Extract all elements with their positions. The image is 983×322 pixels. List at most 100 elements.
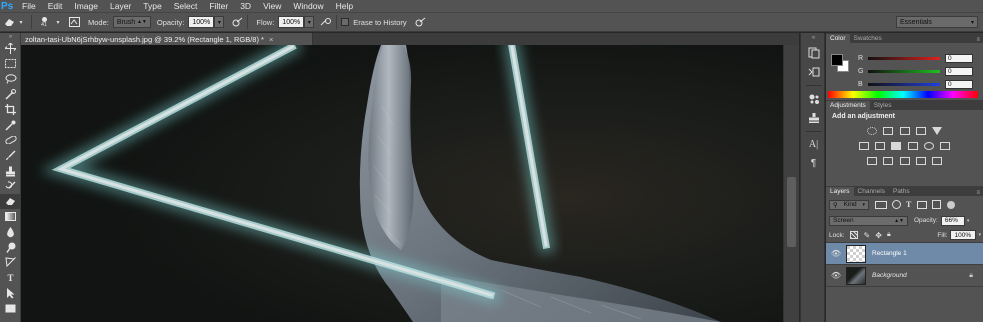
path-selection-tool-icon[interactable]	[0, 286, 21, 301]
tab-channels[interactable]: Channels	[854, 187, 889, 196]
layer-name[interactable]: Rectangle 1	[872, 250, 907, 257]
brightness-contrast-icon[interactable]	[866, 126, 877, 135]
actions-panel-icon[interactable]	[801, 62, 826, 81]
opacity-dropdown-icon[interactable]: ▾	[214, 16, 225, 28]
history-brush-tool-icon[interactable]	[0, 179, 21, 194]
layer-opacity-dropdown-icon[interactable]: ▾	[967, 218, 970, 224]
airbrush-icon[interactable]	[320, 16, 332, 28]
clone-stamp-tool-icon[interactable]	[0, 163, 21, 178]
blue-value[interactable]: 0	[945, 80, 973, 89]
strip-collapse-icon[interactable]: «	[801, 33, 826, 43]
marquee-tool-icon[interactable]	[0, 56, 21, 71]
history-panel-icon[interactable]	[801, 43, 826, 62]
invert-icon[interactable]	[866, 156, 877, 165]
layer-visibility-eye-icon[interactable]: 👁︎	[826, 249, 846, 258]
layer-opacity-input[interactable]: 66%	[940, 215, 965, 226]
document-tab[interactable]: zoltan-tasi-UbN6jSrhbyw-unsplash.jpg @ 3…	[21, 33, 313, 45]
scrollbar-thumb[interactable]	[787, 177, 796, 247]
menu-edit[interactable]: Edit	[48, 1, 63, 11]
flow-dropdown-icon[interactable]: ▾	[304, 16, 315, 28]
opacity-input[interactable]: 100%	[188, 16, 215, 28]
move-tool-icon[interactable]	[0, 41, 21, 56]
fill-dropdown-icon[interactable]: ▾	[978, 232, 981, 238]
levels-icon[interactable]	[883, 126, 894, 135]
filter-toggle-icon[interactable]	[947, 200, 956, 209]
filter-adjustment-layers-icon[interactable]	[892, 200, 901, 209]
layer-filter-select[interactable]: ⚲ Kind ▾	[829, 199, 869, 210]
flow-input[interactable]: 100%	[278, 16, 305, 28]
exposure-icon[interactable]	[915, 126, 926, 135]
blur-tool-icon[interactable]	[0, 225, 21, 240]
selective-color-icon[interactable]	[932, 156, 943, 165]
blue-slider[interactable]	[868, 83, 940, 86]
character-panel-icon[interactable]: A|	[801, 135, 826, 154]
tab-swatches[interactable]: Swatches	[850, 34, 886, 43]
layer-visibility-eye-icon[interactable]: 👁︎	[826, 271, 846, 280]
tablet-pressure-size-icon[interactable]	[415, 16, 427, 28]
lock-transparent-pixels-icon[interactable]	[849, 231, 858, 239]
menu-layer[interactable]: Layer	[110, 1, 131, 11]
document-canvas[interactable]	[21, 45, 783, 322]
menu-view[interactable]: View	[263, 1, 281, 11]
red-slider[interactable]	[868, 57, 940, 60]
eyedropper-tool-icon[interactable]	[0, 117, 21, 132]
black-white-icon[interactable]	[891, 141, 902, 150]
blend-mode-select[interactable]: Screen ▲▼	[829, 215, 908, 226]
lock-position-icon[interactable]: ✥	[875, 231, 882, 240]
color-spectrum-bar[interactable]	[828, 91, 978, 98]
vibrance-icon[interactable]	[932, 126, 943, 135]
menu-image[interactable]: Image	[74, 1, 98, 11]
curves-icon[interactable]	[899, 126, 910, 135]
mode-select[interactable]: Brush ▲▼	[112, 16, 151, 28]
lasso-tool-icon[interactable]	[0, 72, 21, 87]
dodge-tool-icon[interactable]	[0, 240, 21, 255]
green-value[interactable]: 0	[945, 67, 973, 76]
brush-tool-icon[interactable]	[0, 148, 21, 163]
photo-filter-icon[interactable]	[907, 141, 918, 150]
erase-to-history-checkbox[interactable]	[341, 18, 350, 26]
filter-pixel-layers-icon[interactable]	[875, 200, 887, 209]
channel-mixer-icon[interactable]	[924, 141, 935, 150]
menu-3d[interactable]: 3D	[240, 1, 251, 11]
tablet-pressure-opacity-icon[interactable]	[231, 16, 243, 28]
green-slider[interactable]	[868, 70, 940, 73]
eraser-tool-icon[interactable]	[3, 16, 15, 28]
menu-type[interactable]: Type	[143, 1, 161, 11]
paragraph-panel-icon[interactable]: ¶	[801, 154, 826, 173]
quick-selection-tool-icon[interactable]	[0, 87, 21, 102]
tab-layers[interactable]: Layers	[826, 187, 854, 196]
rectangle-tool-icon[interactable]	[0, 301, 21, 316]
layer-row-background[interactable]: 👁︎ Background 🔒︎	[826, 265, 983, 287]
filter-shape-layers-icon[interactable]	[917, 200, 928, 209]
foreground-color-swatch[interactable]	[831, 54, 843, 66]
red-value[interactable]: 0	[945, 54, 973, 63]
gradient-map-icon[interactable]	[915, 156, 926, 165]
type-tool-icon[interactable]: T	[0, 270, 21, 285]
close-document-icon[interactable]: ×	[269, 35, 273, 44]
menu-help[interactable]: Help	[336, 1, 353, 11]
menu-file[interactable]: File	[22, 1, 36, 11]
color-lookup-icon[interactable]	[940, 141, 951, 150]
threshold-icon[interactable]	[899, 156, 910, 165]
layers-panel-menu-icon[interactable]: ≡	[976, 190, 980, 196]
layer-row-rectangle-1[interactable]: 👁︎ Rectangle 1	[826, 243, 983, 265]
brush-picker-chevron-icon[interactable]: ▾	[52, 16, 64, 28]
menu-window[interactable]: Window	[293, 1, 323, 11]
color-balance-icon[interactable]	[874, 141, 885, 150]
toolbar-collapse-icon[interactable]: »	[0, 33, 21, 41]
crop-tool-icon[interactable]	[0, 102, 21, 117]
menu-select[interactable]: Select	[174, 1, 198, 11]
gradient-tool-icon[interactable]	[0, 209, 21, 224]
lock-all-icon[interactable]: 🔒︎	[887, 231, 891, 239]
tab-styles[interactable]: Styles	[870, 101, 896, 110]
hue-saturation-icon[interactable]	[858, 141, 869, 150]
filter-smart-objects-icon[interactable]	[932, 200, 942, 209]
healing-brush-tool-icon[interactable]	[0, 133, 21, 148]
clone-source-panel-icon[interactable]	[801, 108, 826, 127]
layer-name[interactable]: Background	[872, 272, 907, 279]
tab-paths[interactable]: Paths	[889, 187, 914, 196]
brush-panel-toggle-icon[interactable]	[68, 16, 80, 28]
tab-adjustments[interactable]: Adjustments	[826, 101, 870, 110]
posterize-icon[interactable]	[883, 156, 894, 165]
workspace-select[interactable]: Essentials ▾	[896, 16, 978, 28]
